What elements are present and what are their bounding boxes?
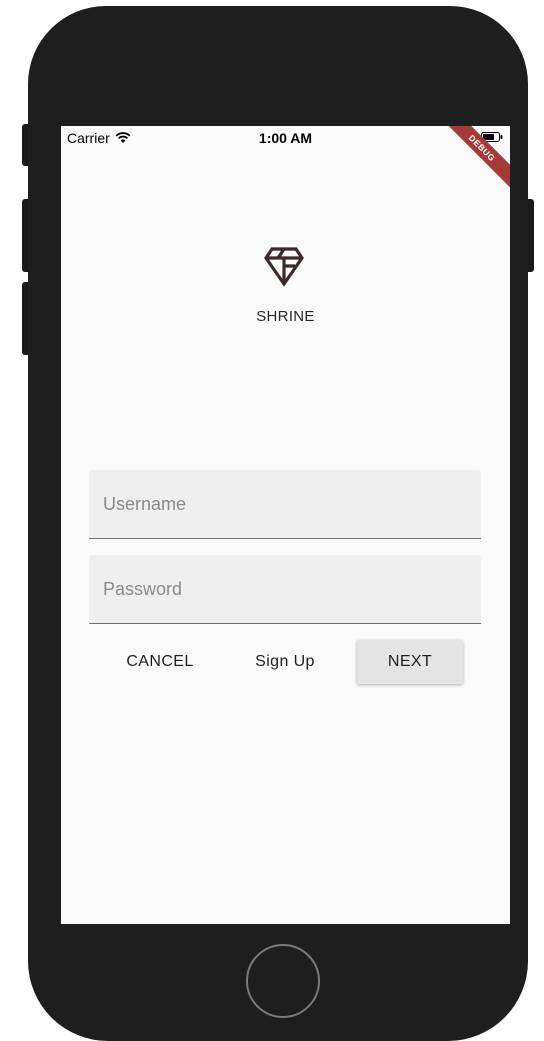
next-button[interactable]: NEXT [357,640,463,684]
cancel-button[interactable]: CANCEL [111,640,209,684]
username-input[interactable] [89,470,481,538]
password-input[interactable] [89,555,481,623]
shrine-logo-icon [264,247,304,287]
home-button[interactable] [246,944,320,1018]
status-time: 1:00 AM [258,130,313,146]
device-stage: Carrier 1:00 AM DEBUG SHRINE Username CA… [0,0,544,1041]
power-button [527,199,534,272]
password-field[interactable] [89,555,481,624]
username-field[interactable] [89,470,481,539]
status-bar: Carrier 1:00 AM [61,126,510,150]
sign-up-button[interactable]: Sign Up [239,640,331,684]
app-title: SHRINE [256,308,315,325]
app-screen: Carrier 1:00 AM DEBUG SHRINE Username CA… [61,126,510,924]
